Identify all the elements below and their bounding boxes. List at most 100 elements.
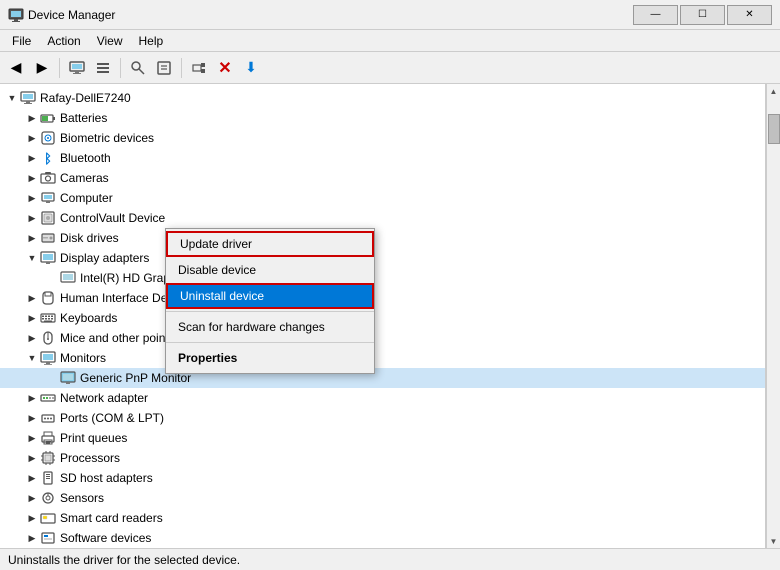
tree-display-adapters[interactable]: ▼ Display adapters <box>0 248 765 268</box>
generic-pnp-icon <box>60 370 76 386</box>
tree-keyboards[interactable]: ▶ Keyboards <box>0 308 765 328</box>
window-title: Device Manager <box>28 8 633 22</box>
computer-icon <box>20 90 36 106</box>
controlvault-icon <box>40 210 56 226</box>
hid-expand-icon[interactable]: ▶ <box>24 290 40 306</box>
controlvault-expand-icon[interactable]: ▶ <box>24 210 40 226</box>
sensors-label: Sensors <box>60 491 104 505</box>
scroll-up-btn[interactable]: ▲ <box>767 84 780 98</box>
ctx-sep-2 <box>166 342 374 343</box>
ctx-sep-1 <box>166 311 374 312</box>
display-adapters-label: Display adapters <box>60 251 149 265</box>
processors-label: Processors <box>60 451 120 465</box>
tree-cameras[interactable]: ▶ Cameras <box>0 168 765 188</box>
tree-sd[interactable]: ▶ SD host adapters <box>0 468 765 488</box>
app-icon <box>8 7 24 23</box>
keyboards-expand-icon[interactable]: ▶ <box>24 310 40 326</box>
ports-icon <box>40 410 56 426</box>
disk-icon <box>40 230 56 246</box>
ctx-scan-hardware[interactable]: Scan for hardware changes <box>166 314 374 340</box>
menu-help[interactable]: Help <box>131 32 172 50</box>
disk-expand-icon[interactable]: ▶ <box>24 230 40 246</box>
cameras-label: Cameras <box>60 171 109 185</box>
smartcard-label: Smart card readers <box>60 511 163 525</box>
tree-bluetooth[interactable]: ▶ ᛒ Bluetooth <box>0 148 765 168</box>
tree-biometric[interactable]: ▶ Biometric devices <box>0 128 765 148</box>
processor-icon <box>40 450 56 466</box>
sd-expand-icon[interactable]: ▶ <box>24 470 40 486</box>
tree-generic-pnp[interactable]: ▶ Generic PnP Monitor <box>0 368 765 388</box>
tree-sensors[interactable]: ▶ Sensors <box>0 488 765 508</box>
monitors-expand-icon[interactable]: ▼ <box>24 350 40 366</box>
tree-computer[interactable]: ▶ Computer <box>0 188 765 208</box>
bluetooth-expand-icon[interactable]: ▶ <box>24 150 40 166</box>
tree-controlvault[interactable]: ▶ ControlVault Device <box>0 208 765 228</box>
tree-batteries[interactable]: ▶ Batteries <box>0 108 765 128</box>
window-controls[interactable]: — ☐ ✕ <box>633 5 772 25</box>
monitors-label: Monitors <box>60 351 106 365</box>
processors-expand-icon[interactable]: ▶ <box>24 450 40 466</box>
root-expand-icon[interactable]: ▼ <box>4 90 20 106</box>
toolbar-sep-3 <box>181 58 182 78</box>
sensors-expand-icon[interactable]: ▶ <box>24 490 40 506</box>
device-tree[interactable]: ▼ Rafay-DellE7240 ▶ Batte <box>0 84 766 548</box>
close-button[interactable]: ✕ <box>727 5 772 25</box>
cameras-expand-icon[interactable]: ▶ <box>24 170 40 186</box>
bluetooth-icon: ᛒ <box>40 150 56 166</box>
tree-intel-graphics[interactable]: ▶ Intel(R) HD Graphics Family <box>0 268 765 288</box>
toolbar-forward[interactable]: ▶ <box>30 56 54 80</box>
menu-file[interactable]: File <box>4 32 39 50</box>
ctx-uninstall-device[interactable]: Uninstall device <box>166 283 374 309</box>
network-expand-icon[interactable]: ▶ <box>24 390 40 406</box>
toolbar-update[interactable]: ⬇ <box>239 56 263 80</box>
status-text: Uninstalls the driver for the selected d… <box>8 553 240 567</box>
camera-icon <box>40 170 56 186</box>
smartcard-expand-icon[interactable]: ▶ <box>24 510 40 526</box>
printer-icon <box>40 430 56 446</box>
batteries-expand-icon[interactable]: ▶ <box>24 110 40 126</box>
tree-disk[interactable]: ▶ Disk drives <box>0 228 765 248</box>
print-label: Print queues <box>60 431 127 445</box>
toolbar-remove[interactable]: ✕ <box>213 56 237 80</box>
toolbar-list[interactable] <box>91 56 115 80</box>
tree-monitors[interactable]: ▼ Monitors <box>0 348 765 368</box>
tree-hid[interactable]: ▶ Human Interface Devices <box>0 288 765 308</box>
toolbar-add-hardware[interactable] <box>187 56 211 80</box>
scrollbar[interactable]: ▲ ▼ <box>766 84 780 548</box>
print-expand-icon[interactable]: ▶ <box>24 430 40 446</box>
ctx-update-driver[interactable]: Update driver <box>166 231 374 257</box>
tree-smartcard[interactable]: ▶ Smart card readers <box>0 508 765 528</box>
display-expand-icon[interactable]: ▼ <box>24 250 40 266</box>
scroll-down-btn[interactable]: ▼ <box>767 534 780 548</box>
toolbar-computer[interactable] <box>65 56 89 80</box>
ctx-disable-device[interactable]: Disable device <box>166 257 374 283</box>
menu-action[interactable]: Action <box>39 32 88 50</box>
scrollbar-thumb[interactable] <box>768 114 780 144</box>
tree-mice[interactable]: ▶ Mice and other pointing devices <box>0 328 765 348</box>
computer-expand-icon[interactable]: ▶ <box>24 190 40 206</box>
display-icon <box>40 250 56 266</box>
tree-root[interactable]: ▼ Rafay-DellE7240 <box>0 88 765 108</box>
mice-expand-icon[interactable]: ▶ <box>24 330 40 346</box>
menu-view[interactable]: View <box>89 32 131 50</box>
root-label: Rafay-DellE7240 <box>40 91 131 105</box>
maximize-button[interactable]: ☐ <box>680 5 725 25</box>
tree-ports[interactable]: ▶ Ports (COM & LPT) <box>0 408 765 428</box>
disk-label: Disk drives <box>60 231 119 245</box>
tree-network[interactable]: ▶ Network adapter <box>0 388 765 408</box>
toolbar-back[interactable]: ◀ <box>4 56 28 80</box>
software-expand-icon[interactable]: ▶ <box>24 530 40 546</box>
ctx-update-driver-label: Update driver <box>180 237 252 251</box>
toolbar-properties[interactable] <box>152 56 176 80</box>
tree-software[interactable]: ▶ Software devices <box>0 528 765 548</box>
sd-icon <box>40 470 56 486</box>
ctx-properties[interactable]: Properties <box>166 345 374 371</box>
smartcard-icon <box>40 510 56 526</box>
biometric-expand-icon[interactable]: ▶ <box>24 130 40 146</box>
minimize-button[interactable]: — <box>633 5 678 25</box>
tree-processors[interactable]: ▶ Processors <box>0 448 765 468</box>
toolbar-search[interactable] <box>126 56 150 80</box>
ports-expand-icon[interactable]: ▶ <box>24 410 40 426</box>
monitors-icon <box>40 350 56 366</box>
tree-print[interactable]: ▶ Print queues <box>0 428 765 448</box>
